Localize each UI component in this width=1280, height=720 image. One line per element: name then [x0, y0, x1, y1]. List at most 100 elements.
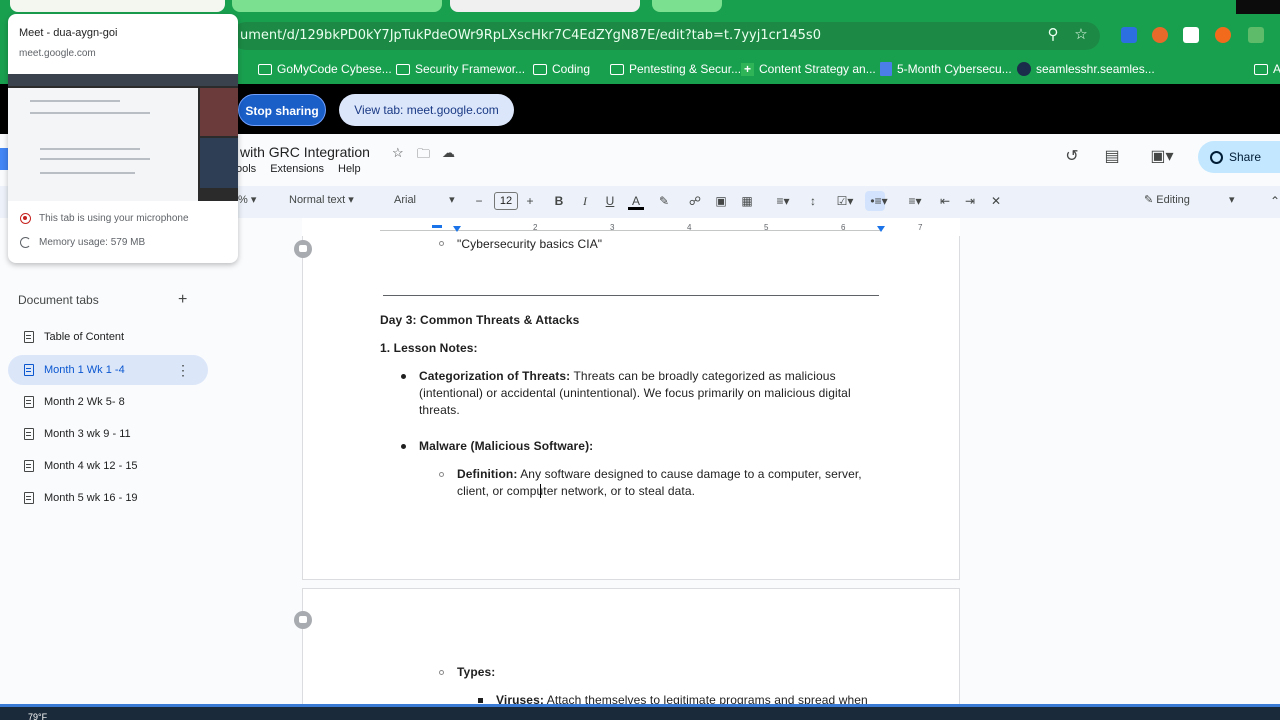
align-icon[interactable]: ≡▾: [770, 193, 796, 209]
insert-image-icon[interactable]: ▦: [738, 193, 756, 209]
star-icon[interactable]: ☆: [1072, 26, 1090, 44]
bookmark-label: 5-Month Cybersecu...: [897, 62, 1012, 76]
cloud-status-icon[interactable]: ☁: [442, 145, 455, 161]
document-title[interactable]: with GRC Integration: [240, 144, 370, 160]
clear-formatting-icon[interactable]: ✕: [987, 193, 1005, 209]
menu-tools[interactable]: ools: [236, 163, 256, 175]
sub-sub-bullet: [478, 698, 483, 703]
sidebar-item-table-of-content[interactable]: Table of Content: [8, 322, 208, 352]
sidebar-item-month-1[interactable]: Month 1 Wk 1 -4 ⋮: [8, 355, 208, 385]
checklist-icon[interactable]: ☑▾: [832, 193, 858, 209]
malware-definition-line2: client, or computer network, or to steal…: [457, 484, 696, 498]
menu-help[interactable]: Help: [338, 163, 361, 175]
document-icon: [24, 364, 34, 376]
folder-icon: [258, 63, 272, 75]
sub-bullet: [439, 241, 444, 246]
gemini-assist-icon[interactable]: [294, 240, 312, 258]
increase-indent-icon[interactable]: ⇥: [961, 193, 979, 209]
bookmark-label: Content Strategy an...: [759, 62, 876, 76]
bookmark-item[interactable]: A: [1254, 60, 1280, 78]
line-spacing-icon[interactable]: ↕: [804, 193, 822, 209]
stop-sharing-button[interactable]: Stop sharing: [238, 94, 326, 126]
add-tab-button[interactable]: +: [178, 291, 187, 309]
link-icon[interactable]: ☍: [686, 193, 704, 209]
meet-video-icon[interactable]: ▣▾: [1146, 148, 1178, 166]
browser-tab-docs[interactable]: [232, 0, 442, 12]
font-size-input[interactable]: 12: [494, 192, 518, 210]
highlight-icon[interactable]: ✎: [655, 193, 673, 209]
bulleted-list-icon[interactable]: •≡▾: [866, 193, 892, 209]
participant-video: [200, 138, 238, 188]
zoom-select[interactable]: % ▾: [238, 193, 256, 206]
extension-icon[interactable]: [1248, 27, 1264, 43]
docs-logo-icon[interactable]: [0, 148, 8, 170]
editing-mode-select[interactable]: ✎ Editing ▾: [1144, 193, 1235, 206]
sidebar-item-label: Month 2 Wk 5- 8: [44, 396, 125, 408]
browser-tab-meet[interactable]: [10, 0, 225, 12]
decrease-font-icon[interactable]: −: [470, 193, 488, 209]
add-comment-icon[interactable]: ▣: [712, 193, 730, 209]
right-indent-marker[interactable]: [877, 226, 885, 232]
underline-icon[interactable]: U: [601, 193, 619, 209]
extension-icon[interactable]: [1121, 27, 1137, 43]
bookmark-item[interactable]: + Content Strategy an...: [741, 60, 876, 78]
style-select[interactable]: Normal text ▾: [289, 193, 354, 206]
numbered-list-icon[interactable]: ≡▾: [902, 193, 928, 209]
bookmark-item[interactable]: Pentesting & Secur...: [610, 60, 741, 78]
browser-tab-pinned[interactable]: [652, 0, 722, 12]
italic-icon[interactable]: I: [576, 193, 594, 209]
ruler-number: 7: [918, 223, 923, 232]
bookmark-label: Coding: [552, 62, 591, 76]
bookmark-label: A: [1273, 62, 1280, 76]
weather-temp[interactable]: 79°F: [28, 712, 47, 720]
extension-icon[interactable]: [1183, 27, 1199, 43]
horizontal-ruler[interactable]: [302, 222, 960, 236]
document-page[interactable]: [302, 236, 960, 580]
day-heading: Day 3: Common Threats & Attacks: [380, 313, 580, 327]
ruler-number: 2: [533, 223, 538, 232]
bookmark-item[interactable]: Coding: [533, 60, 590, 78]
first-line-indent-marker[interactable]: [432, 225, 442, 228]
bookmark-item[interactable]: seamlesshr.seamles...: [1017, 60, 1155, 78]
bold-icon[interactable]: B: [550, 193, 568, 209]
thumbnail-document: [8, 88, 198, 201]
text: Threats can be broadly categorized as ma…: [573, 369, 836, 383]
sidebar-item-month-3[interactable]: Month 3 wk 9 - 11: [8, 419, 208, 449]
collapse-toolbar-icon[interactable]: ⌃: [1266, 193, 1280, 209]
move-folder-icon[interactable]: 🗀: [417, 145, 430, 167]
extension-icon[interactable]: [1152, 27, 1168, 43]
sidebar-item-month-2[interactable]: Month 2 Wk 5- 8: [8, 387, 208, 417]
version-history-icon[interactable]: ↺: [1061, 148, 1083, 166]
bookmark-item[interactable]: GoMyCode Cybese...: [258, 60, 392, 78]
share-button[interactable]: Share: [1198, 141, 1280, 173]
ruler-number: 5: [764, 223, 769, 232]
view-tab-button[interactable]: View tab: meet.google.com: [339, 94, 514, 126]
font-select[interactable]: Arial ▾: [394, 193, 455, 206]
comments-icon[interactable]: ▤: [1101, 148, 1123, 166]
globe-icon: [1210, 150, 1223, 164]
menu-extensions[interactable]: Extensions: [270, 163, 324, 175]
bookmark-item[interactable]: Security Framewor...: [396, 60, 525, 78]
decrease-indent-icon[interactable]: ⇤: [936, 193, 954, 209]
left-indent-marker[interactable]: [453, 226, 461, 232]
browser-tab-other[interactable]: [450, 0, 640, 12]
increase-font-icon[interactable]: +: [521, 193, 539, 209]
extension-icon[interactable]: [1215, 27, 1231, 43]
document-icon: [24, 428, 34, 440]
text-cursor: [540, 484, 541, 498]
taskbar-accent: [0, 704, 1280, 707]
more-options-icon[interactable]: ⋮: [176, 362, 190, 379]
window-controls[interactable]: [1236, 0, 1280, 14]
search-icon[interactable]: ⚲: [1044, 26, 1062, 44]
workspace-background: [960, 218, 1280, 704]
sidebar-item-month-5[interactable]: Month 5 wk 16 - 19: [8, 483, 208, 513]
sub-bullet: [439, 472, 444, 477]
url-text[interactable]: ument/d/129bkPD0kY7JpTukPdeOWr9RpLXscHkr…: [240, 28, 821, 43]
sidebar-item-month-4[interactable]: Month 4 wk 12 - 15: [8, 451, 208, 481]
star-icon[interactable]: ☆: [392, 145, 404, 161]
document-icon: [24, 396, 34, 408]
threat-categorization-line1: Categorization of Threats: Threats can b…: [419, 369, 836, 383]
bookmark-item[interactable]: 5-Month Cybersecu...: [880, 60, 1012, 78]
sidebar-item-label: Month 3 wk 9 - 11: [44, 428, 131, 440]
gemini-assist-icon[interactable]: [294, 611, 312, 629]
